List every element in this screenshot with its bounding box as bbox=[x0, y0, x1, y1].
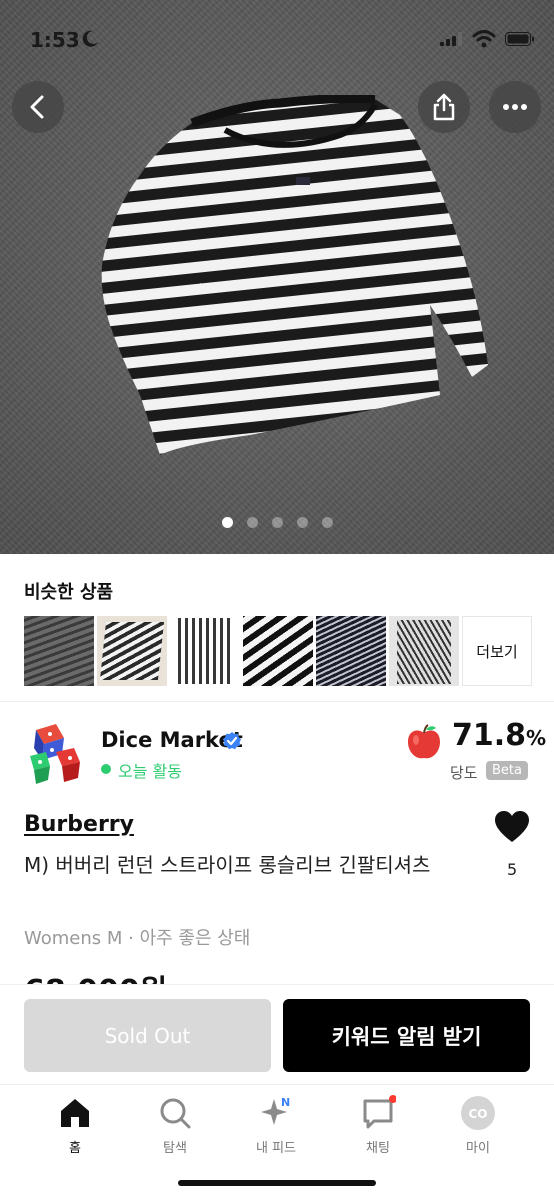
similar-product-thumbnail[interactable] bbox=[316, 616, 386, 686]
similar-product-thumbnail[interactable] bbox=[243, 616, 313, 686]
chevron-left-icon bbox=[30, 95, 44, 119]
similar-product-thumbnail[interactable] bbox=[24, 616, 94, 686]
avatar-initials: CO bbox=[468, 1107, 487, 1121]
tab-chat[interactable]: 채팅 bbox=[333, 1095, 423, 1156]
product-price: 68,000원 bbox=[24, 966, 167, 986]
home-icon bbox=[61, 1099, 89, 1127]
chat-bubble-icon bbox=[363, 1095, 396, 1129]
cellular-signal-icon bbox=[440, 32, 462, 46]
tab-label: 홈 bbox=[69, 1141, 81, 1156]
similar-product-thumbnail[interactable] bbox=[389, 616, 459, 686]
tab-explore[interactable]: 탐색 bbox=[130, 1095, 220, 1156]
seller-avatar[interactable] bbox=[22, 722, 88, 788]
back-button[interactable] bbox=[12, 81, 64, 133]
heart-icon[interactable] bbox=[494, 810, 530, 844]
tab-my-feed[interactable]: N 내 피드 bbox=[231, 1095, 321, 1156]
brand-link[interactable]: Burberry bbox=[24, 812, 134, 837]
more-horizontal-icon bbox=[503, 104, 527, 110]
product-photo[interactable]: 1:53 bbox=[0, 0, 554, 554]
product-title: M) 버버리 런던 스트라이프 롱슬리브 긴팔티셔츠 bbox=[24, 853, 431, 877]
page-dot[interactable] bbox=[246, 517, 258, 528]
page-dot[interactable] bbox=[296, 517, 308, 528]
search-icon bbox=[160, 1098, 191, 1129]
product-meta: Womens M · 아주 좋은 상태 bbox=[24, 928, 251, 949]
share-button[interactable] bbox=[418, 81, 470, 133]
status-time: 1:53 bbox=[30, 28, 80, 52]
similar-more-button[interactable]: 더보기 bbox=[462, 616, 532, 686]
page-dot[interactable] bbox=[271, 517, 283, 528]
divider bbox=[0, 701, 554, 702]
sold-out-button: Sold Out bbox=[24, 999, 271, 1072]
keyword-alert-button[interactable]: 키워드 알림 받기 bbox=[283, 999, 530, 1072]
sparkle-icon: N bbox=[261, 1096, 290, 1125]
tab-label: 마이 bbox=[466, 1141, 490, 1156]
tab-label: 내 피드 bbox=[255, 1141, 296, 1156]
seller-activity: 오늘 활동 bbox=[118, 762, 182, 781]
beta-badge: Beta bbox=[486, 761, 528, 780]
activity-dot bbox=[101, 764, 111, 774]
sweetness-unit: % bbox=[526, 726, 547, 750]
verified-badge-icon bbox=[223, 732, 241, 750]
tab-my[interactable]: CO 마이 bbox=[433, 1095, 523, 1156]
similar-product-thumbnail[interactable] bbox=[97, 616, 167, 686]
battery-icon bbox=[505, 32, 534, 46]
sweetness-value: 71.8% bbox=[452, 718, 546, 753]
share-icon bbox=[433, 93, 455, 121]
tab-home[interactable]: 홈 bbox=[30, 1095, 120, 1156]
striped-shirt-image bbox=[101, 95, 489, 455]
page-dot[interactable] bbox=[321, 517, 333, 528]
sweetness-number: 71.8 bbox=[452, 718, 527, 753]
profile-avatar-icon: CO bbox=[461, 1096, 495, 1130]
status-bar: 1:53 bbox=[0, 22, 554, 58]
wifi-icon bbox=[472, 30, 496, 48]
new-badge: N bbox=[281, 1096, 290, 1109]
more-options-button[interactable] bbox=[489, 81, 541, 133]
sweetness-label: 당도 bbox=[450, 764, 478, 782]
similar-products-row: 더보기 bbox=[24, 616, 532, 686]
moon-icon bbox=[82, 30, 98, 47]
similar-products-title: 비슷한 상품 bbox=[24, 582, 114, 603]
similar-product-thumbnail[interactable] bbox=[170, 616, 240, 686]
photo-pagination bbox=[0, 517, 554, 531]
tab-label: 채팅 bbox=[366, 1141, 390, 1156]
apple-icon bbox=[408, 724, 440, 759]
tab-label: 탐색 bbox=[163, 1141, 187, 1156]
like-count: 5 bbox=[507, 860, 518, 879]
action-bar: Sold Out 키워드 알림 받기 bbox=[0, 984, 554, 1084]
page-dot[interactable] bbox=[221, 517, 233, 528]
home-indicator bbox=[178, 1180, 376, 1186]
